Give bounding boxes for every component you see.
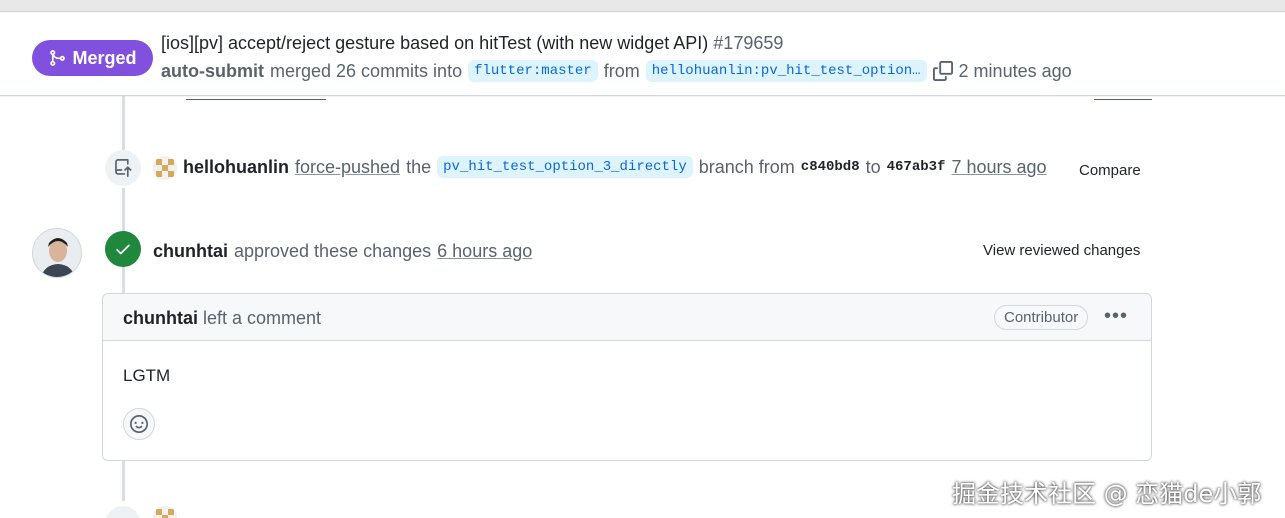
merged-text: merged 26 commits into <box>270 60 463 81</box>
smiley-icon <box>130 415 148 433</box>
pr-number: #179659 <box>713 33 784 53</box>
comment-body: LGTM <box>123 366 171 385</box>
contributor-badge: Contributor <box>994 305 1089 330</box>
hidden-event-underline <box>186 96 326 100</box>
compare-button[interactable]: Compare <box>1079 162 1141 179</box>
timeline-line <box>122 266 125 294</box>
comment-header: chunhtai left a comment Contributor ••• <box>103 294 1151 341</box>
review-time[interactable]: 6 hours ago <box>437 241 532 262</box>
base-branch[interactable]: flutter:master <box>468 60 598 82</box>
repo-push-icon <box>115 159 132 177</box>
to-commit-sha[interactable]: 467ab3f <box>887 159 946 175</box>
pr-title-text[interactable]: [ios][pv] accept/reject gesture based on… <box>161 33 708 53</box>
comment-author-line: chunhtai left a comment <box>123 308 321 329</box>
site-watermark: 掘金技术社区 @ 恋猫de小郭 <box>952 480 1262 508</box>
identicon-icon <box>153 156 177 180</box>
profile-photo-icon <box>33 229 81 277</box>
review-action: approved these changes <box>234 241 432 261</box>
merged-status-badge: Merged <box>32 40 153 76</box>
add-reaction-button[interactable] <box>123 408 155 440</box>
merger-username[interactable]: auto-submit <box>161 61 264 82</box>
timeline-line <box>122 96 125 152</box>
comment-action: left a comment <box>203 308 322 328</box>
next-event-icon-wrap <box>105 506 141 518</box>
merge-time: 2 minutes ago <box>958 60 1072 81</box>
timeline-line <box>122 188 125 232</box>
comment-author[interactable]: chunhtai <box>123 308 198 328</box>
chunhtai-avatar[interactable] <box>32 228 82 278</box>
kebab-menu-icon[interactable]: ••• <box>1104 306 1128 326</box>
approved-event-icon-wrap <box>105 231 141 267</box>
force-push-user[interactable]: hellohuanlin <box>183 157 289 178</box>
timeline-line <box>122 461 125 501</box>
git-merge-icon <box>50 50 66 66</box>
force-push-event: hellohuanlin force-pushed the pv_hit_tes… <box>183 156 1047 178</box>
check-icon <box>116 244 130 255</box>
review-event: chunhtai approved these changes 6 hours … <box>153 241 532 262</box>
the-text: the <box>406 156 432 177</box>
browser-chrome-strip <box>0 0 1285 12</box>
force-push-action[interactable]: force-pushed <box>295 157 400 178</box>
view-reviewed-changes-link[interactable]: View reviewed changes <box>983 242 1140 259</box>
to-text: to <box>865 156 881 177</box>
hidden-event-underline <box>1094 96 1152 100</box>
branch-from-text: branch from <box>698 156 795 177</box>
next-event-avatar[interactable] <box>153 506 177 518</box>
identicon-icon <box>153 506 177 518</box>
copy-icon[interactable] <box>932 61 953 81</box>
force-push-branch[interactable]: pv_hit_test_option_3_directly <box>437 156 693 178</box>
pr-sticky-header: Merged [ios][pv] accept/reject gesture b… <box>0 20 1285 96</box>
from-commit-sha[interactable]: c840bd8 <box>801 159 860 175</box>
pr-title[interactable]: [ios][pv] accept/reject gesture based on… <box>161 33 783 54</box>
reviewer-username[interactable]: chunhtai <box>153 241 228 262</box>
force-push-event-icon-wrap <box>105 150 141 186</box>
force-push-time[interactable]: 7 hours ago <box>951 157 1046 178</box>
hellohuanlin-avatar[interactable] <box>153 156 177 180</box>
review-comment: chunhtai left a comment Contributor ••• … <box>102 293 1152 461</box>
from-text: from <box>603 60 640 81</box>
merged-status-label: Merged <box>72 47 137 68</box>
head-branch[interactable]: hellohuanlin:pv_hit_test_option… <box>645 60 927 82</box>
pr-merge-summary: auto-submit merged 26 commits into flutt… <box>161 60 1072 82</box>
